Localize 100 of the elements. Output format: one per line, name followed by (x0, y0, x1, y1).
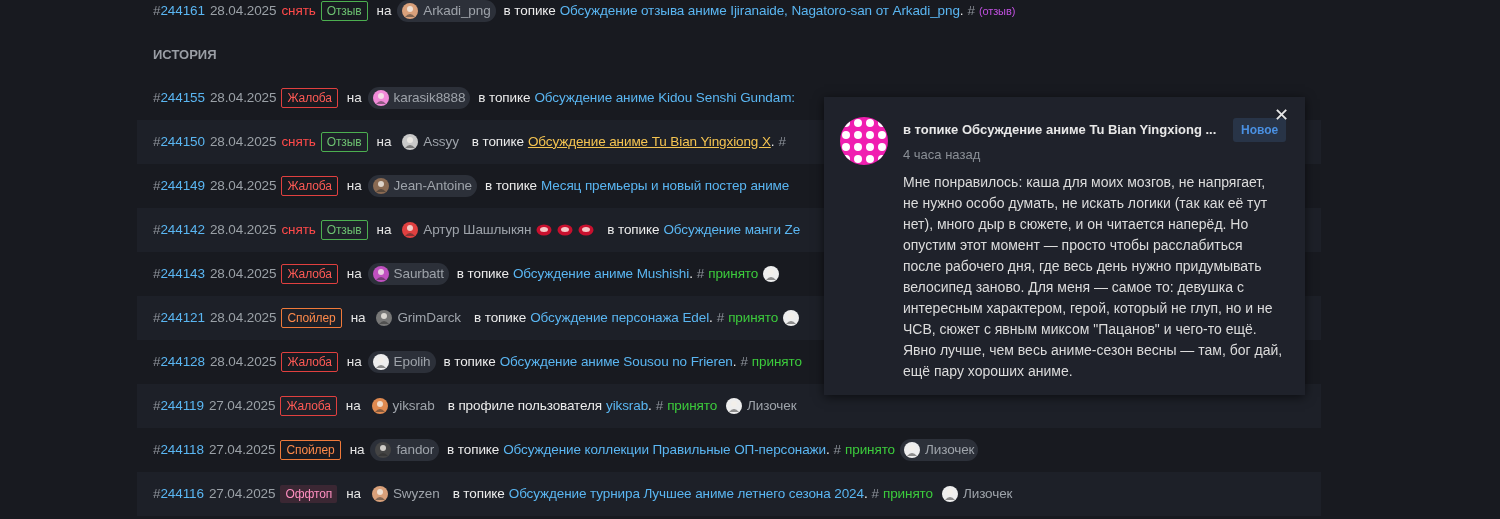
hash-link[interactable]: # (871, 483, 879, 505)
topic-link[interactable]: Обсуждение аниме Tu Bian Yingxiong X (527, 131, 771, 153)
user-chip[interactable]: yiksrab (366, 395, 440, 417)
report-tag: Жалоба (281, 88, 338, 108)
topic-link[interactable]: Обсуждение аниме Kidou Senshi Gundam: (534, 87, 795, 109)
preposition-text: на (376, 1, 392, 20)
meat-icon (578, 224, 595, 236)
user-chip[interactable]: Артур Шашлыкян (397, 219, 600, 241)
topic-link[interactable]: Обсуждение аниме Sousou no Frieren (499, 351, 733, 373)
avatar-icon (402, 222, 419, 238)
location-text: в топике (452, 484, 505, 503)
action-label: снять (281, 132, 316, 151)
user-chip[interactable]: Saurbatt (367, 263, 449, 285)
status-text: принято (883, 484, 933, 503)
hash-link[interactable]: # (740, 351, 748, 373)
avatar-icon (904, 442, 920, 458)
user-chip[interactable]: Epolih (367, 351, 436, 373)
preposition-text: на (349, 440, 365, 459)
entry-number[interactable]: #244149 (153, 175, 205, 197)
preposition-text: на (376, 132, 392, 151)
avatar-icon (372, 90, 389, 106)
report-tag: Оффтоп (280, 485, 338, 503)
location-text: в топике (484, 176, 538, 195)
status-text: принято (708, 264, 759, 283)
avatar-icon (402, 134, 419, 150)
location-text: в топике (443, 352, 496, 371)
user-chip[interactable]: Swyzen (366, 483, 445, 505)
report-tag: Спойлер (281, 308, 342, 328)
note-text: (отзыв) (978, 3, 1016, 19)
period-text: . (732, 352, 737, 371)
report-tag: Жалоба (281, 176, 338, 196)
entry-number[interactable]: #244119 (153, 395, 204, 417)
user-chip[interactable]: Jean-Antoine (367, 175, 477, 197)
preposition-text: на (346, 484, 361, 503)
entry-date: 28.04.2025 (209, 132, 277, 151)
hash-link[interactable]: # (696, 263, 705, 285)
topic-link[interactable]: Обсуждение коллекции Правильные ОП-персонажи (503, 439, 826, 461)
hash-link[interactable]: # (833, 439, 842, 461)
comment-text: Мне понравилось: каша для моих мозгов, не напрягает, не нужно особо думать, не искать логики (так как её тут нет), много дыр в сюжете, и он читается наперёд. Но опустим этот момент — просто чтобы расслабиться после рабочего дня, где весь день нужно придумывать велосипед заново. Для меня — самое то: девушка с интересным характером, герой, который не глуп, но и не ЧСВ, сюжет с явным миксом "Пацанов" и чего-то ещё. Явно лучше, чем весь аниме-сезон весны — там, бог дай, ещё пару хороших аниме. (903, 173, 1283, 381)
avatar-icon (376, 310, 393, 326)
entry-date: 27.04.2025 (208, 396, 276, 415)
avatar-icon (371, 486, 388, 502)
topic-link[interactable]: Месяц премьеры и новый постер аниме (541, 175, 790, 197)
report-tag: Отзыв (320, 220, 368, 240)
moderator-chip[interactable]: Лизочек (900, 439, 979, 461)
report-tag: Жалоба (281, 352, 338, 372)
popup-title[interactable]: в топике Обсуждение аниме Tu Bian Yingxiong ... (903, 120, 1217, 140)
preposition-text: на (350, 308, 366, 327)
avatar-icon (763, 266, 780, 282)
hash-link[interactable]: # (716, 307, 725, 329)
entry-date: 27.04.2025 (208, 484, 276, 503)
entry-date: 28.04.2025 (209, 220, 277, 239)
meat-icon (557, 224, 574, 236)
period-text: . (689, 264, 693, 283)
avatar-icon (941, 486, 958, 502)
topic-link[interactable]: Обсуждение турнира Лучшее аниме летнего сезона 2024 (508, 483, 864, 505)
entry-number[interactable]: #244161 (153, 0, 205, 22)
entry-number[interactable]: #244142 (153, 219, 205, 241)
topic-link[interactable]: Обсуждение отзыва аниме Ijiranaide, Nagatoro-san от Arkadi_png (559, 0, 960, 22)
period-text: . (959, 1, 964, 20)
avatar-icon (375, 442, 392, 458)
entry-number[interactable]: #244143 (153, 263, 205, 285)
user-chip[interactable]: GrimDarck (371, 307, 467, 329)
location-text: в топике (456, 264, 509, 283)
avatar-icon (372, 266, 389, 282)
moderator-chip[interactable]: Лизочек (937, 483, 1017, 505)
entry-number[interactable]: #244116 (153, 483, 204, 505)
user-chip[interactable]: Arkadi_png (397, 0, 496, 22)
moderator-chip[interactable]: Лизочек (722, 395, 801, 417)
hash-link[interactable]: # (967, 0, 975, 22)
entry-number[interactable]: #244150 (153, 131, 205, 153)
report-tag: Отзыв (320, 132, 368, 152)
period-text: . (825, 440, 830, 459)
topic-link[interactable]: Обсуждение манги Ze (663, 219, 801, 241)
period-text: . (709, 308, 713, 327)
section-title: ИСТОРИЯ (152, 45, 218, 64)
status-text: принято (728, 308, 779, 327)
avatar-icon (372, 354, 389, 370)
entry-number[interactable]: #244128 (153, 351, 205, 373)
location-text: в топике (447, 440, 500, 459)
entry-number[interactable]: #244121 (153, 307, 205, 329)
hash-link[interactable]: # (778, 131, 786, 153)
entry-date: 28.04.2025 (209, 264, 277, 283)
report-tag: Жалоба (281, 264, 338, 284)
location-text: в топике (478, 88, 531, 107)
user-chip[interactable]: karasik8888 (367, 87, 471, 109)
user-chip[interactable]: fandor (370, 439, 440, 461)
hash-link[interactable]: # (655, 395, 664, 417)
entry-number[interactable]: #244155 (153, 87, 205, 109)
entry-date: 28.04.2025 (209, 88, 277, 107)
entry-number[interactable]: #244118 (153, 439, 204, 461)
entry-date: 28.04.2025 (209, 1, 277, 20)
period-text: . (770, 132, 775, 151)
location-text: в топике (503, 1, 556, 20)
preposition-text: на (346, 352, 362, 371)
entry-date: 27.04.2025 (208, 440, 276, 459)
period-text: . (648, 396, 652, 415)
user-chip[interactable]: Assyy (397, 131, 464, 153)
avatar-icon (726, 398, 743, 414)
report-tag: Спойлер (280, 440, 341, 460)
